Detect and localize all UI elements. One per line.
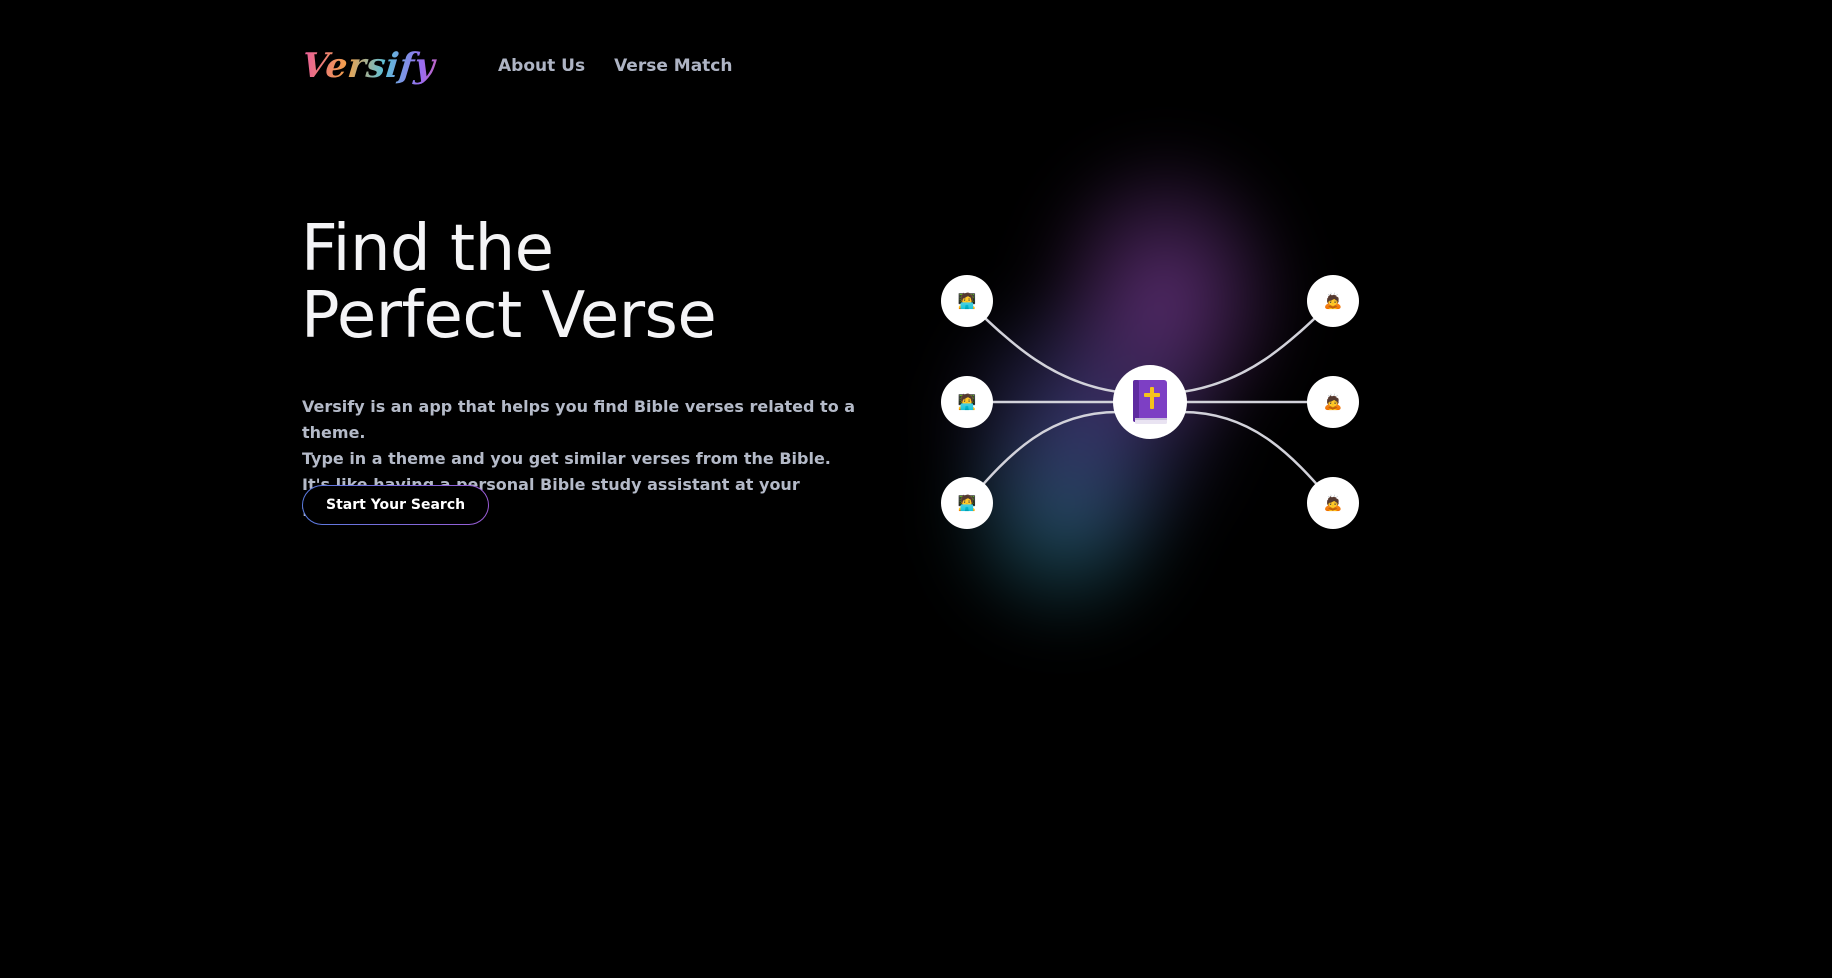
hero-description-line-2: Type in a theme and you get similar vers… xyxy=(302,449,831,468)
praying-person-icon: 🙇 xyxy=(1323,393,1343,411)
left-node-3: 🧑‍💻 xyxy=(941,477,993,529)
left-node-1: 🧑‍💻 xyxy=(941,275,993,327)
right-node-1: 🙇 xyxy=(1307,275,1359,327)
nav-link-verse-match[interactable]: Verse Match xyxy=(614,56,732,76)
start-search-button[interactable]: Start Your Search xyxy=(302,485,489,525)
landing-page: Versify About Us Verse Match Find the Pe… xyxy=(0,0,1832,978)
bible-book-icon xyxy=(1133,380,1167,424)
praying-person-icon: 🙇 xyxy=(1323,292,1343,310)
connector-top-left xyxy=(965,299,1120,394)
right-node-2: 🙇 xyxy=(1307,376,1359,428)
versify-logo[interactable]: Versify xyxy=(300,46,454,86)
verse-connection-diagram: 🧑‍💻 🧑‍💻 🧑‍💻 🙇 🙇 🙇 xyxy=(930,262,1370,542)
nav-links: About Us Verse Match xyxy=(498,56,732,76)
center-node xyxy=(1113,365,1187,439)
person-at-computer-icon: 🧑‍💻 xyxy=(957,292,977,310)
hero-title-line-1: Find the xyxy=(301,212,554,286)
right-node-3: 🙇 xyxy=(1307,477,1359,529)
person-at-computer-icon: 🧑‍💻 xyxy=(957,494,977,512)
hero-description-line-1: Versify is an app that helps you find Bi… xyxy=(302,397,856,442)
praying-person-icon: 🙇 xyxy=(1323,494,1343,512)
left-node-2: 🧑‍💻 xyxy=(941,376,993,428)
top-navigation: Versify About Us Verse Match xyxy=(300,36,733,96)
hero-title: Find the Perfect Verse xyxy=(301,212,717,353)
hero-title-line-2: Perfect Verse xyxy=(301,279,717,353)
person-at-computer-icon: 🧑‍💻 xyxy=(957,393,977,411)
nav-link-about-us[interactable]: About Us xyxy=(498,56,585,76)
